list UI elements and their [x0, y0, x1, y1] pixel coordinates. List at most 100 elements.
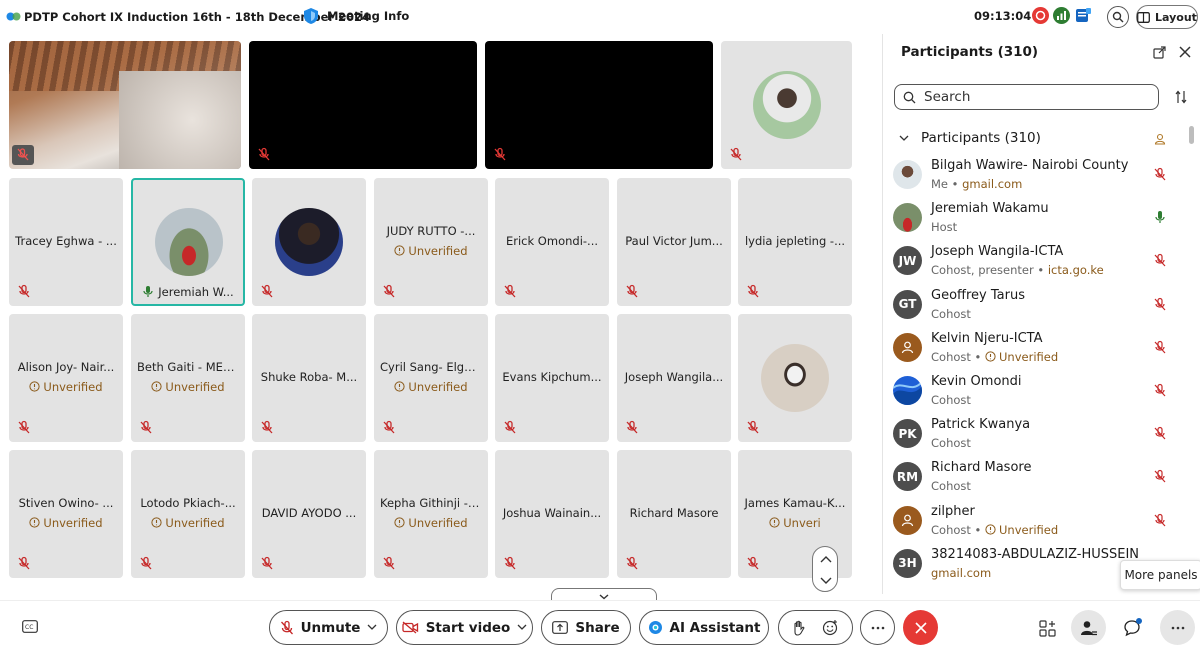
mic-off-icon [261, 284, 273, 298]
unmute-button[interactable]: Unmute [269, 610, 388, 645]
participant-tile[interactable]: Shuke Roba- M... [252, 314, 366, 442]
more-panels-button[interactable] [1160, 610, 1195, 645]
chevron-down-icon [517, 624, 527, 630]
unverified-icon [985, 351, 996, 362]
close-icon[interactable] [1179, 46, 1191, 58]
participant-tile[interactable]: Evans Kipchum... [495, 314, 609, 442]
participant-tile[interactable]: Cyril Sang- Elge... Unverified [374, 314, 488, 442]
video-off-icon [402, 621, 418, 634]
participant-avatar [155, 208, 223, 276]
tile-unverified-badge: Unverified [374, 516, 488, 530]
tile-unverified-badge: Unverified [131, 516, 245, 530]
participant-tile[interactable]: Kepha Githinji - ... Unverified [374, 450, 488, 578]
video-tile-black[interactable] [485, 41, 713, 169]
participant-name: Geoffrey Tarus [931, 287, 1025, 303]
raise-hand-icon[interactable] [792, 620, 806, 636]
recording-icon[interactable] [1032, 7, 1049, 24]
participant-row[interactable]: RM Richard Masore Cohost [893, 457, 1183, 497]
network-signal-icon[interactable] [1053, 7, 1070, 24]
guest-user-icon [901, 514, 914, 526]
participant-tile[interactable]: Tracey Eghwa - ... [9, 178, 123, 306]
mic-off-icon [258, 147, 270, 161]
participants-search-input[interactable]: Search [894, 84, 1159, 110]
reactions-icon[interactable] [822, 619, 839, 636]
video-tile-black[interactable] [249, 41, 477, 169]
pop-out-icon[interactable] [1153, 46, 1166, 59]
participant-row[interactable]: Kelvin Njeru-ICTA Cohost • Unverified [893, 328, 1183, 368]
closed-captions-icon[interactable]: CC [22, 620, 38, 633]
notes-app-icon[interactable] [1075, 7, 1092, 24]
participant-avatar [753, 71, 821, 139]
participant-tile[interactable]: Lotodo Pkiach-... Unverified [131, 450, 245, 578]
mic-off-icon [18, 556, 30, 570]
participant-tile[interactable]: Erick Omondi-... [495, 178, 609, 306]
chat-icon[interactable] [1123, 618, 1143, 638]
mic-off-icon [626, 556, 638, 570]
sort-icon[interactable] [1175, 90, 1187, 104]
unverified-icon [769, 517, 780, 528]
search-icon [903, 91, 916, 103]
participant-tile[interactable]: Paul Victor Jum... [617, 178, 731, 306]
mic-off-icon [504, 420, 516, 434]
grid-scroll-control[interactable] [812, 546, 838, 592]
panel-scrollbar[interactable] [1189, 126, 1194, 144]
participant-tile[interactable]: Beth Gaiti - MERU Unverified [131, 314, 245, 442]
reactions-group [778, 610, 853, 645]
svg-text:CC: CC [25, 624, 33, 631]
participant-row[interactable]: Bilgah Wawire- Nairobi County Me • gmail.… [893, 155, 1183, 195]
more-options-button[interactable] [860, 610, 895, 645]
meeting-info-button[interactable]: Meeting Info [303, 7, 409, 25]
unverified-icon [29, 381, 41, 392]
mic-off-icon [18, 284, 30, 298]
participants-section-header[interactable]: Participants (310) [899, 130, 1041, 146]
participant-tile[interactable] [738, 314, 852, 442]
participants-panel-button[interactable] [1071, 610, 1106, 645]
mic-off-icon [504, 284, 516, 298]
more-panels-tooltip: More panels [1120, 560, 1200, 590]
mic-on-icon [1155, 211, 1165, 224]
mic-off-icon [1154, 513, 1166, 526]
bottom-toolbar: CC Unmute Start video Share AI Assistant [0, 600, 1200, 649]
start-video-button[interactable]: Start video [396, 610, 533, 645]
layout-button[interactable]: Layout [1136, 5, 1198, 29]
participant-row[interactable]: Kevin Omondi Cohost [893, 371, 1183, 411]
apps-icon[interactable] [1037, 618, 1057, 638]
participant-tile[interactable]: Joshua Wainain... [495, 450, 609, 578]
participant-row[interactable]: zilpher Cohost • Unverified [893, 501, 1183, 541]
ai-assistant-button[interactable]: AI Assistant [639, 610, 769, 645]
share-button[interactable]: Share [541, 610, 631, 645]
participant-avatar: GT [893, 289, 922, 319]
abstract-avatar-icon [893, 381, 922, 405]
participant-tile[interactable]: JUDY RUTTO -... Unverified [374, 178, 488, 306]
participant-role: Me • gmail.com [931, 177, 1023, 191]
participant-tile[interactable]: DAVID AYODO ... [252, 450, 366, 578]
share-screen-icon [552, 621, 569, 634]
participant-tile[interactable]: Stiven Owino- ... Unverified [9, 450, 123, 578]
participant-row[interactable]: JW Joseph Wangila-ICTA Cohost, presenter •… [893, 241, 1183, 281]
participant-tile[interactable]: Richard Masore [617, 450, 731, 578]
zoom-search-button[interactable] [1107, 6, 1129, 28]
mic-off-icon [383, 284, 395, 298]
participant-tile[interactable]: lydia jepleting -... [738, 178, 852, 306]
end-meeting-button[interactable] [903, 610, 938, 645]
video-tile-live[interactable] [9, 41, 241, 169]
participant-avatar: PK [893, 419, 922, 449]
participant-tile[interactable]: Jeremiah W... [131, 178, 245, 306]
participant-tile[interactable] [252, 178, 366, 306]
participant-tile[interactable]: Alison Joy- Nair... Unverified [9, 314, 123, 442]
participant-row[interactable]: PK Patrick Kwanya Cohost [893, 414, 1183, 454]
meeting-info-label: Meeting Info [327, 9, 410, 23]
mic-off-icon [730, 147, 742, 161]
mic-off-icon [504, 556, 516, 570]
participant-row[interactable]: Jeremiah Wakamu Host [893, 198, 1183, 238]
participant-tile[interactable]: Joseph Wangila... [617, 314, 731, 442]
participant-name: Joseph Wangila-ICTA [931, 244, 1064, 260]
video-tile-avatar[interactable] [721, 41, 852, 169]
unverified-icon [985, 523, 996, 535]
mic-off-icon [1154, 254, 1166, 267]
webex-logo-icon [6, 12, 21, 21]
tile-name: Paul Victor Jum... [625, 234, 723, 248]
chevron-down-icon [367, 624, 377, 630]
unverified-icon [151, 381, 163, 392]
participant-row[interactable]: GT Geoffrey Tarus Cohost [893, 285, 1183, 325]
